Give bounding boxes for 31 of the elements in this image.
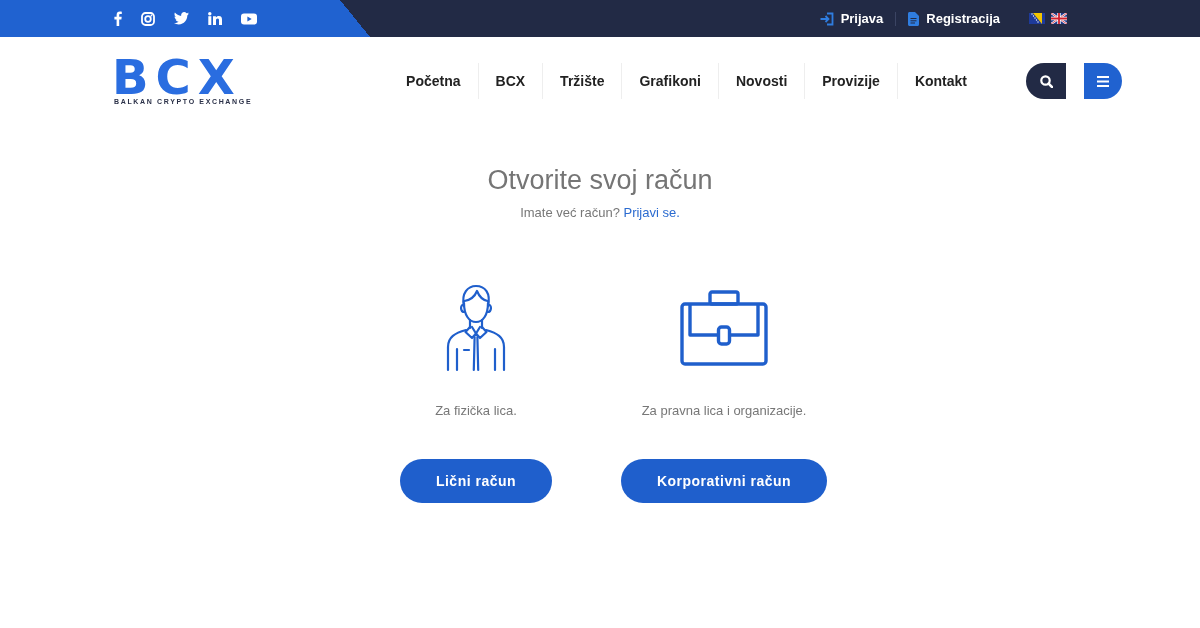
menu-icon — [1097, 75, 1109, 87]
login-link[interactable]: Prijavi se. — [623, 205, 680, 220]
account-type-description: Za fizička lica. — [435, 403, 517, 419]
open-account-button[interactable]: Korporativni račun — [620, 459, 828, 503]
briefcase-icon — [680, 290, 768, 366]
nav-link[interactable]: Novosti — [718, 63, 805, 99]
nav-link[interactable]: BCX — [478, 63, 543, 99]
nav-link[interactable]: Početna — [389, 63, 478, 99]
sign-in-icon — [819, 11, 834, 26]
british-flag-icon[interactable] — [1051, 13, 1067, 24]
account-link[interactable]: Prijava — [819, 11, 884, 26]
nav-link[interactable]: Tržište — [543, 63, 622, 99]
nav-link[interactable]: Grafikoni — [622, 63, 718, 99]
search-icon — [1039, 74, 1053, 88]
youtube-icon[interactable] — [241, 12, 257, 25]
linkedin-icon[interactable] — [208, 12, 222, 25]
page-title: Otvorite svoj račun — [487, 164, 713, 196]
search-button[interactable] — [1026, 63, 1066, 99]
account-link[interactable]: Registracija — [908, 11, 1000, 26]
account-type-description: Za pravna lica i organizacije. — [641, 403, 807, 419]
person-icon — [445, 284, 507, 372]
menu-button[interactable] — [1084, 63, 1122, 99]
open-account-button[interactable]: Lični račun — [399, 459, 553, 503]
document-icon — [908, 11, 920, 26]
facebook-icon[interactable] — [114, 11, 122, 26]
nav-link[interactable]: Provizije — [805, 63, 897, 99]
instagram-icon[interactable] — [141, 11, 155, 26]
login-prompt: Imate već račun? Prijavi se. — [520, 204, 680, 221]
bosnian-flag-icon[interactable] — [1029, 13, 1045, 24]
nav-link[interactable]: Kontakt — [897, 63, 984, 99]
twitter-icon[interactable] — [174, 12, 189, 25]
